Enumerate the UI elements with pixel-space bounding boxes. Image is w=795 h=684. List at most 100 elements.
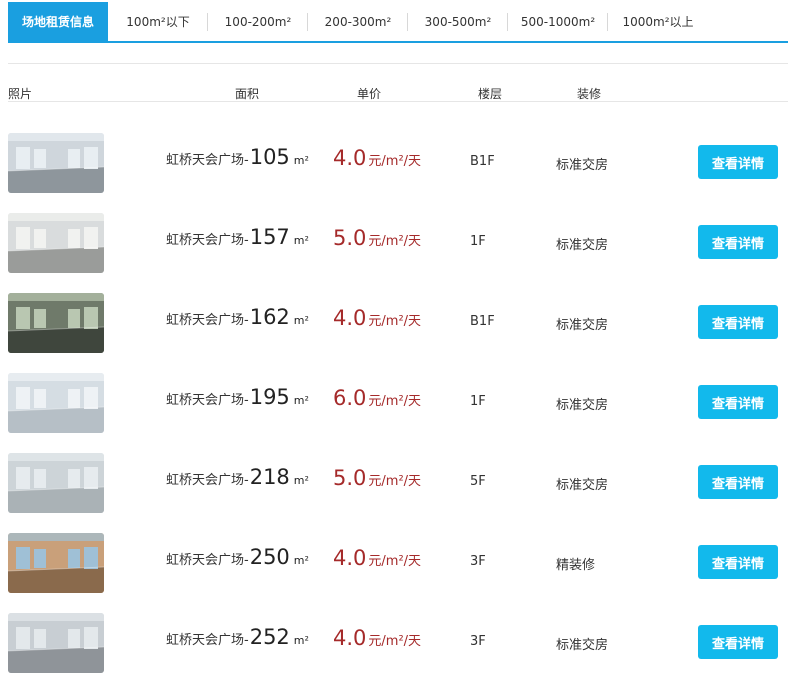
listing-price: 4.0 元/m²/天	[333, 306, 421, 330]
area-unit: m²	[293, 554, 309, 567]
price-unit: 元/m²/天	[368, 234, 422, 249]
view-details-button[interactable]: 查看详情	[698, 545, 778, 579]
tab-500-1000[interactable]: 500-1000m²	[508, 2, 608, 41]
listing-location: 虹桥天会广场-	[166, 473, 249, 488]
area-filter-tabs: 场地租赁信息 100m²以下 100-200m² 200-300m² 300-5…	[8, 2, 788, 43]
header-photo: 照片	[8, 87, 33, 101]
listing-photo[interactable]	[8, 133, 104, 193]
listing-decoration: 标准交房	[556, 398, 609, 413]
listing-location: 虹桥天会广场-	[166, 553, 249, 568]
listing-price: 4.0 元/m²/天	[333, 546, 421, 570]
listing-floor: 5F	[470, 474, 486, 489]
view-details-button[interactable]: 查看详情	[698, 625, 778, 659]
listing-photo[interactable]	[8, 453, 104, 513]
price-unit: 元/m²/天	[368, 634, 422, 649]
price-unit: 元/m²/天	[368, 314, 422, 329]
price-value: 4.0	[333, 626, 367, 650]
area-unit: m²	[293, 634, 309, 647]
tab-100-200[interactable]: 100-200m²	[208, 2, 308, 41]
listing-location: 虹桥天会广场-	[166, 153, 249, 168]
listing-photo[interactable]	[8, 613, 104, 673]
tab-under-100[interactable]: 100m²以下	[108, 2, 208, 41]
header-decoration: 装修	[577, 87, 602, 101]
listing-row: 虹桥天会广场-162 m² 4.0 元/m²/天 B1F 标准交房 查看详情	[8, 293, 788, 373]
view-details-button[interactable]: 查看详情	[698, 305, 778, 339]
listing-decoration: 标准交房	[556, 638, 609, 653]
tab-300-500[interactable]: 300-500m²	[408, 2, 508, 41]
view-details-button[interactable]: 查看详情	[698, 225, 778, 259]
listing-price: 5.0 元/m²/天	[333, 226, 421, 250]
listing-decoration: 标准交房	[556, 158, 609, 173]
price-value: 5.0	[333, 466, 367, 490]
listing-decoration: 标准交房	[556, 478, 609, 493]
listing-row: 虹桥天会广场-252 m² 4.0 元/m²/天 3F 标准交房 查看详情	[8, 613, 788, 684]
listing-floor: 1F	[470, 394, 486, 409]
listing-photo[interactable]	[8, 213, 104, 273]
listing-area: 虹桥天会广场-162 m²	[166, 305, 309, 329]
listing-floor: 3F	[470, 554, 486, 569]
listing-photo[interactable]	[8, 293, 104, 353]
area-value: 162	[249, 305, 290, 329]
price-unit: 元/m²/天	[368, 474, 422, 489]
listing-floor: B1F	[470, 154, 495, 169]
price-unit: 元/m²/天	[368, 154, 422, 169]
price-unit: 元/m²/天	[368, 554, 422, 569]
listing-row: 虹桥天会广场-105 m² 4.0 元/m²/天 B1F 标准交房 查看详情	[8, 133, 788, 213]
area-unit: m²	[293, 234, 309, 247]
listing-price: 6.0 元/m²/天	[333, 386, 421, 410]
listing-price: 4.0 元/m²/天	[333, 146, 421, 170]
listing-floor: B1F	[470, 314, 495, 329]
listing-location: 虹桥天会广场-	[166, 313, 249, 328]
listing-decoration: 精装修	[556, 558, 596, 573]
area-unit: m²	[293, 394, 309, 407]
listing-area: 虹桥天会广场-195 m²	[166, 385, 309, 409]
view-details-button[interactable]: 查看详情	[698, 145, 778, 179]
header-area: 面积	[235, 87, 260, 101]
listing-area: 虹桥天会广场-105 m²	[166, 145, 309, 169]
area-unit: m²	[293, 154, 309, 167]
view-details-button[interactable]: 查看详情	[698, 385, 778, 419]
divider	[8, 63, 788, 64]
listing-price: 4.0 元/m²/天	[333, 626, 421, 650]
table-header: 照片 面积 单价 楼层 装修	[8, 84, 788, 102]
price-value: 5.0	[333, 226, 367, 250]
listing-area: 虹桥天会广场-157 m²	[166, 225, 309, 249]
listing-row: 虹桥天会广场-250 m² 4.0 元/m²/天 3F 精装修 查看详情	[8, 533, 788, 613]
tab-rental-info[interactable]: 场地租赁信息	[8, 2, 108, 41]
listing-decoration: 标准交房	[556, 318, 609, 333]
area-value: 195	[249, 385, 290, 409]
listing-photo[interactable]	[8, 533, 104, 593]
price-value: 6.0	[333, 386, 367, 410]
listing-row: 虹桥天会广场-218 m² 5.0 元/m²/天 5F 标准交房 查看详情	[8, 453, 788, 533]
area-value: 157	[249, 225, 290, 249]
listing-price: 5.0 元/m²/天	[333, 466, 421, 490]
listing-decoration: 标准交房	[556, 238, 609, 253]
area-unit: m²	[293, 314, 309, 327]
listing-row: 虹桥天会广场-195 m² 6.0 元/m²/天 1F 标准交房 查看详情	[8, 373, 788, 453]
listing-area: 虹桥天会广场-218 m²	[166, 465, 309, 489]
price-value: 4.0	[333, 546, 367, 570]
listing-area: 虹桥天会广场-250 m²	[166, 545, 309, 569]
rental-listing-page: 场地租赁信息 100m²以下 100-200m² 200-300m² 300-5…	[0, 0, 795, 684]
listing-location: 虹桥天会广场-	[166, 233, 249, 248]
tab-over-1000[interactable]: 1000m²以上	[608, 2, 708, 41]
area-unit: m²	[293, 474, 309, 487]
area-value: 218	[249, 465, 290, 489]
area-value: 250	[249, 545, 290, 569]
header-price: 单价	[357, 87, 382, 101]
listing-floor: 1F	[470, 234, 486, 249]
area-value: 252	[249, 625, 290, 649]
listing-photo[interactable]	[8, 373, 104, 433]
listing-location: 虹桥天会广场-	[166, 393, 249, 408]
header-floor: 楼层	[478, 87, 503, 101]
price-unit: 元/m²/天	[368, 394, 422, 409]
tab-200-300[interactable]: 200-300m²	[308, 2, 408, 41]
price-value: 4.0	[333, 306, 367, 330]
listing-floor: 3F	[470, 634, 486, 649]
area-value: 105	[249, 145, 290, 169]
view-details-button[interactable]: 查看详情	[698, 465, 778, 499]
listing-area: 虹桥天会广场-252 m²	[166, 625, 309, 649]
listing-row: 虹桥天会广场-157 m² 5.0 元/m²/天 1F 标准交房 查看详情	[8, 213, 788, 293]
listing-location: 虹桥天会广场-	[166, 633, 249, 648]
price-value: 4.0	[333, 146, 367, 170]
